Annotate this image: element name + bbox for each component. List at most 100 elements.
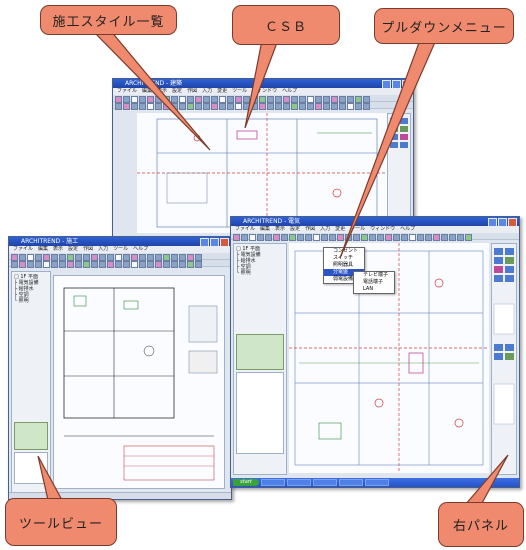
tool-icon[interactable] [289, 234, 296, 241]
tool-icon[interactable] [353, 234, 360, 241]
tool-icon[interactable] [75, 261, 82, 268]
tool-icon[interactable] [449, 234, 456, 241]
tool-icon[interactable] [233, 234, 240, 241]
tool-icon[interactable] [179, 254, 186, 261]
menu-view[interactable]: 表示 [53, 246, 63, 252]
tool-icon[interactable] [457, 234, 464, 241]
tool-icon[interactable] [195, 96, 202, 103]
taskbar-item[interactable] [287, 479, 311, 486]
tool-icon[interactable] [315, 96, 322, 103]
tool-icon[interactable] [115, 103, 122, 110]
tool-icon[interactable] [243, 103, 250, 110]
tool-icon[interactable] [131, 96, 138, 103]
menu-tools[interactable]: ツール [113, 246, 128, 252]
tool-icon[interactable] [291, 103, 298, 110]
tool-icon[interactable] [385, 234, 392, 241]
tool-icon[interactable] [155, 96, 162, 103]
tool-icon[interactable] [27, 261, 34, 268]
tool-icon[interactable] [339, 103, 346, 110]
minimize-button[interactable] [488, 218, 497, 226]
tool-icon[interactable] [59, 254, 66, 261]
tool-icon[interactable] [211, 96, 218, 103]
tool-icon[interactable] [363, 103, 370, 110]
tool-icon[interactable] [219, 103, 226, 110]
menu-tools[interactable]: ツール [232, 88, 247, 94]
menu-file[interactable]: ファイル [13, 246, 33, 252]
tool-icon[interactable] [361, 234, 368, 241]
tool-icon[interactable] [433, 234, 440, 241]
tool-icon[interactable] [259, 103, 266, 110]
tool-icon[interactable] [307, 96, 314, 103]
tool-icon[interactable] [409, 234, 416, 241]
tool-icon[interactable] [377, 234, 384, 241]
tool-icon[interactable] [187, 254, 194, 261]
tool-icon[interactable] [123, 261, 130, 268]
tool-icon[interactable] [99, 254, 106, 261]
tool-icon[interactable] [155, 103, 162, 110]
tool-icon[interactable] [83, 254, 90, 261]
tool-icon[interactable] [163, 254, 170, 261]
menu-settings[interactable]: 設定 [290, 226, 300, 232]
pulldown-item[interactable]: 照明器具 [324, 262, 364, 269]
tool-icon[interactable] [249, 234, 256, 241]
tool-icon[interactable] [331, 103, 338, 110]
tool-icon[interactable] [131, 261, 138, 268]
tool-icon[interactable] [59, 261, 66, 268]
tool-icon[interactable] [91, 254, 98, 261]
tool-icon[interactable] [51, 254, 58, 261]
tool-icon[interactable] [139, 96, 146, 103]
tool-icon[interactable] [219, 96, 226, 103]
tool-icon[interactable] [369, 234, 376, 241]
tool-icon[interactable] [27, 254, 34, 261]
tool-icon[interactable] [283, 103, 290, 110]
tool-icon[interactable] [465, 234, 472, 241]
tool-icon[interactable] [155, 254, 162, 261]
tool-icon[interactable] [155, 261, 162, 268]
tool-icon[interactable] [241, 234, 248, 241]
tool-icon[interactable] [305, 234, 312, 241]
menu-input[interactable]: 入力 [202, 88, 212, 94]
left-drawing-canvas[interactable] [53, 275, 225, 489]
tool-icon[interactable] [115, 254, 122, 261]
menu-view[interactable]: 表示 [275, 226, 285, 232]
menu-edit[interactable]: 編集 [142, 88, 152, 94]
tool-icon[interactable] [331, 96, 338, 103]
tool-icon[interactable] [211, 103, 218, 110]
tool-icon[interactable] [115, 96, 122, 103]
tool-icon[interactable] [147, 103, 154, 110]
close-button[interactable] [508, 218, 517, 226]
menu-draw[interactable]: 作図 [305, 226, 315, 232]
tool-icon[interactable] [281, 234, 288, 241]
tool-icon[interactable] [147, 261, 154, 268]
tool-icon[interactable] [91, 261, 98, 268]
tool-icon[interactable] [195, 254, 202, 261]
tool-icon[interactable] [329, 234, 336, 241]
menu-file[interactable]: ファイル [235, 226, 255, 232]
tool-icon[interactable] [123, 96, 130, 103]
tool-icon[interactable] [417, 234, 424, 241]
tool-icon[interactable] [163, 103, 170, 110]
tool-icon[interactable] [187, 103, 194, 110]
tool-icon[interactable] [299, 103, 306, 110]
tool-icon[interactable] [203, 103, 210, 110]
menu-draw[interactable]: 作図 [83, 246, 93, 252]
tool-icon[interactable] [347, 103, 354, 110]
tool-icon[interactable] [163, 261, 170, 268]
tool-icon[interactable] [147, 96, 154, 103]
start-button[interactable]: start [233, 479, 259, 486]
tool-icon[interactable] [43, 254, 50, 261]
tool-icon[interactable] [123, 254, 130, 261]
tool-icon[interactable] [235, 103, 242, 110]
tool-icon[interactable] [171, 261, 178, 268]
taskbar-item[interactable] [339, 479, 363, 486]
tool-icon[interactable] [123, 103, 130, 110]
tool-icon[interactable] [35, 261, 42, 268]
menu-tools[interactable]: ツール [350, 226, 365, 232]
tool-icon[interactable] [195, 261, 202, 268]
menu-help[interactable]: ヘルプ [133, 246, 148, 252]
maximize-button[interactable] [498, 218, 507, 226]
tool-icon[interactable] [163, 96, 170, 103]
tool-icon[interactable] [441, 234, 448, 241]
tool-icon[interactable] [43, 261, 50, 268]
tool-icon[interactable] [227, 96, 234, 103]
